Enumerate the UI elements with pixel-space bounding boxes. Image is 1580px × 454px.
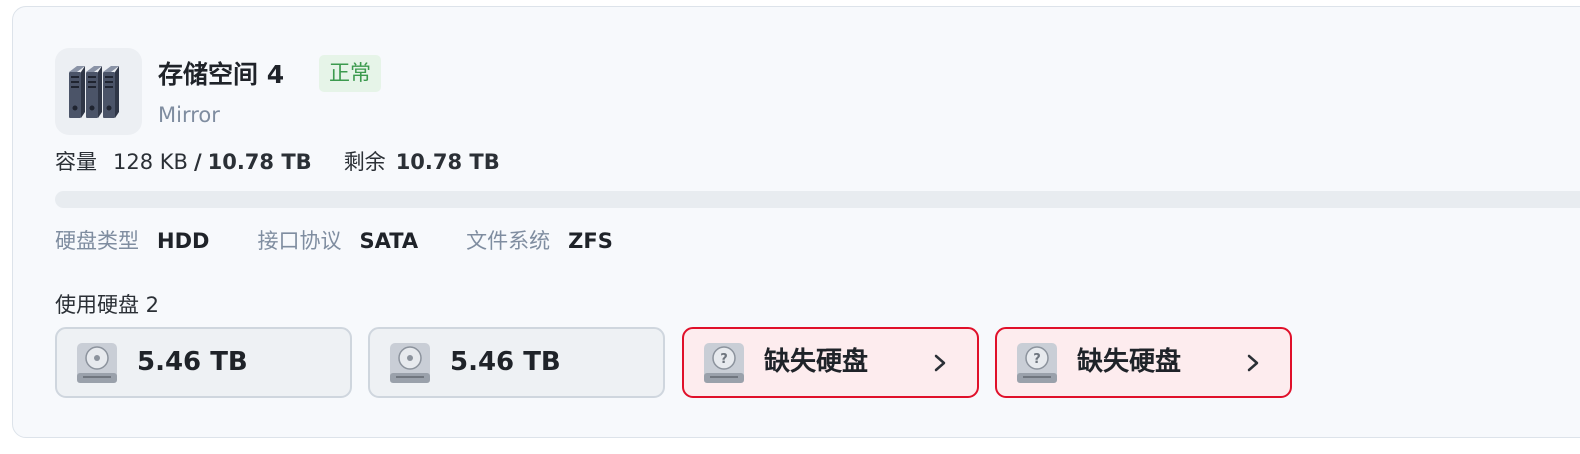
disk-meta-row: 硬盘类型 HDD 接口协议 SATA 文件系统 ZFS xyxy=(55,225,661,255)
disk-card[interactable]: 5.46 TB xyxy=(368,327,665,398)
disk-size: 5.46 TB xyxy=(450,347,561,377)
capacity-progress-bar xyxy=(55,191,1580,208)
capacity-row: 容量 128 KB / 10.78 TB 剩余 10.78 TB xyxy=(55,146,500,176)
chevron-right-icon xyxy=(1246,353,1260,377)
missing-drive-icon: ? xyxy=(1015,341,1059,389)
filesystem-value: ZFS xyxy=(568,229,613,253)
disk-size: 5.46 TB xyxy=(137,347,248,377)
storage-pool-card: 存储空间 4 正常 Mirror 容量 128 KB / 10.78 TB 剩余… xyxy=(12,6,1580,438)
remaining-value: 10.78 TB xyxy=(395,150,500,174)
interface-value: SATA xyxy=(359,229,419,253)
status-badge: 正常 xyxy=(319,55,381,92)
missing-disk-card[interactable]: ? 缺失硬盘 xyxy=(995,327,1292,398)
interface-label: 接口协议 xyxy=(257,229,342,253)
missing-disk-card[interactable]: ? 缺失硬盘 xyxy=(682,327,979,398)
svg-text:?: ? xyxy=(720,352,728,367)
capacity-total: 10.78 TB xyxy=(207,150,312,174)
disk-type-label: 硬盘类型 xyxy=(55,229,139,253)
missing-disk-label: 缺失硬盘 xyxy=(1077,347,1182,377)
used-disks-label: 使用硬盘 2 xyxy=(55,293,160,317)
hard-drive-icon xyxy=(388,341,432,389)
capacity-used: 128 KB xyxy=(113,150,188,174)
hard-drive-icon xyxy=(75,341,119,389)
capacity-separator: / xyxy=(193,150,202,174)
missing-disk-label: 缺失硬盘 xyxy=(764,347,869,377)
chevron-right-icon xyxy=(933,353,947,377)
capacity-label: 容量 xyxy=(55,150,97,174)
pool-name: 存储空间 4 xyxy=(158,60,285,89)
pool-type: Mirror xyxy=(158,103,220,127)
disk-card[interactable]: 5.46 TB xyxy=(55,327,352,398)
svg-text:?: ? xyxy=(1033,352,1041,367)
missing-drive-icon: ? xyxy=(702,341,746,389)
filesystem-label: 文件系统 xyxy=(466,229,551,253)
server-rack-icon xyxy=(55,48,142,135)
remaining-label: 剩余 xyxy=(343,150,386,174)
disk-type-value: HDD xyxy=(157,229,210,253)
